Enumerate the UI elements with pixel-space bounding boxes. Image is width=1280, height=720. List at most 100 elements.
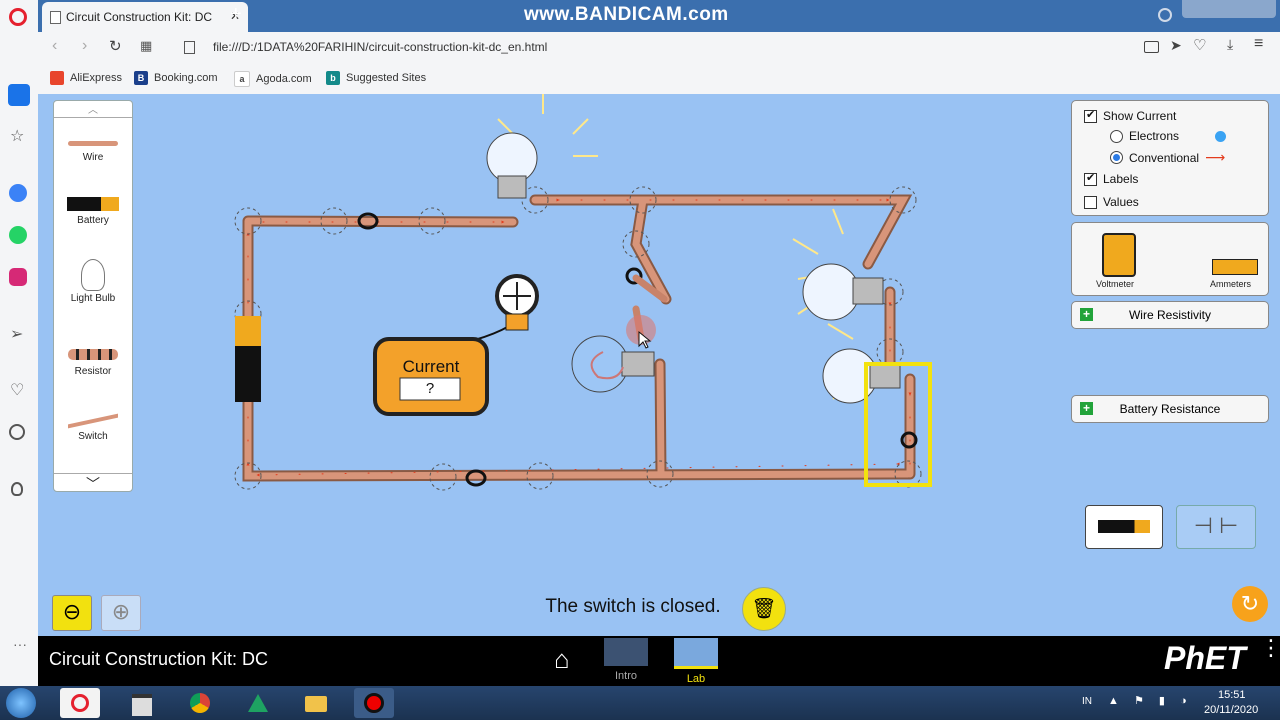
bing-icon: b (326, 71, 340, 85)
messenger-icon[interactable] (9, 184, 27, 202)
wire-vertices[interactable] (234, 186, 922, 491)
reset-button[interactable]: ↻ (1232, 586, 1268, 622)
search-icon[interactable] (1158, 8, 1172, 22)
whatsapp-icon[interactable] (9, 226, 27, 244)
heart-icon[interactable]: ♡ (10, 380, 24, 400)
opera-icon (71, 694, 89, 712)
start-button[interactable] (6, 688, 36, 718)
labels-checkbox[interactable]: ✔ Labels (1084, 172, 1138, 186)
zoom-in-button[interactable]: ⊕ (101, 595, 141, 631)
toolbox-battery[interactable]: Battery (54, 197, 132, 226)
voltmeter-icon[interactable] (1102, 233, 1136, 277)
bookmark-suggested-sites[interactable]: b Suggested Sites (326, 71, 426, 85)
checkbox-checked-icon: ✔ (1084, 108, 1097, 123)
taskbar-chrome[interactable] (180, 688, 220, 718)
zoom-out-button[interactable]: ⊖ (52, 595, 92, 631)
bookmark-agoda[interactable]: a Agoda.com (234, 71, 312, 87)
screen-lab-button[interactable]: Lab (674, 638, 718, 685)
share-icon[interactable]: ➤ (1170, 37, 1182, 54)
taskbar-drive[interactable] (238, 688, 278, 718)
bookmark-aliexpress[interactable]: AliExpress (50, 71, 122, 85)
history-icon[interactable] (9, 424, 25, 440)
toolbox-switch[interactable]: Switch (54, 407, 132, 442)
new-tab-button[interactable]: + (230, 3, 242, 26)
download-icon[interactable]: ⤓ (1227, 36, 1233, 53)
speed-dial-icon[interactable]: ▦ (140, 38, 152, 54)
electrons-radio[interactable]: Electrons (1110, 129, 1227, 143)
toolbox-light-bulb[interactable]: Light Bulb (54, 259, 132, 304)
light-bulbs[interactable] (486, 94, 901, 404)
clapper-icon (132, 694, 152, 716)
battery[interactable] (235, 316, 261, 402)
taskbar-opera[interactable] (60, 688, 100, 718)
browser-tab[interactable]: Circuit Construction Kit: DC ✕ (42, 2, 248, 32)
realistic-view-button[interactable] (1085, 505, 1163, 549)
phet-menu-icon[interactable]: ⋮ (1260, 637, 1280, 659)
camera-icon[interactable] (1144, 41, 1159, 53)
component-toolbox: ︿ Wire Battery Light Bulb Resistor Switc… (53, 100, 133, 492)
home-icon[interactable] (8, 84, 30, 106)
phet-logo[interactable]: PhET (1164, 640, 1246, 677)
bulb-icon[interactable] (11, 482, 23, 496)
voltmeter-label: Voltmeter (1096, 279, 1135, 289)
home-screen-icon[interactable]: ⌂ (554, 644, 570, 675)
recording-watermark: www.BANDICAM.com (524, 4, 729, 25)
ammeter-icon[interactable] (1212, 259, 1258, 275)
folder-icon (305, 696, 327, 712)
tab-title: Circuit Construction Kit: DC (66, 10, 213, 24)
url-field[interactable]: file:///D:/1DATA%20FARIHIN/circuit-const… (213, 40, 547, 54)
taskbar-media-player[interactable] (122, 688, 162, 718)
conventional-radio[interactable]: Conventional ⟶ (1110, 149, 1225, 166)
scroll-up-icon[interactable]: ︿ (54, 101, 132, 118)
tab-bar: Circuit Construction Kit: DC ✕ + www.BAN… (38, 0, 1280, 32)
opera-logo-icon[interactable] (9, 8, 27, 26)
star-icon[interactable]: ☆ (10, 126, 24, 146)
toolbox-wire[interactable]: Wire (54, 141, 132, 163)
menu-icon[interactable]: ≡ (1254, 35, 1263, 53)
show-current-checkbox[interactable]: ✔ Show Current (1084, 109, 1176, 123)
agoda-icon: a (234, 71, 250, 87)
taskbar-explorer[interactable] (296, 688, 336, 718)
back-icon[interactable]: ‹ (52, 37, 57, 55)
light-bulb-icon (81, 259, 105, 291)
taskbar-bandicam[interactable] (354, 688, 394, 718)
trash-icon: 🗑 (751, 598, 777, 620)
instagram-icon[interactable] (9, 268, 27, 286)
wire-resistivity-panel[interactable]: + Wire Resistivity (1071, 301, 1269, 329)
radio-empty-icon (1110, 129, 1123, 143)
file-icon (184, 41, 195, 54)
lab-thumbnail-icon (674, 638, 718, 669)
send-icon[interactable]: ➢ (10, 324, 23, 344)
page-icon (50, 11, 61, 24)
bookmark-booking[interactable]: B Booking.com (134, 71, 218, 85)
wires[interactable] (242, 194, 916, 482)
screen-intro-button[interactable]: Intro (604, 638, 648, 682)
wire-icon (68, 141, 118, 146)
reload-icon[interactable]: ↻ (109, 37, 122, 55)
clock-time[interactable]: 15:51 (1218, 689, 1246, 701)
clock-date[interactable]: 20/11/2020 (1204, 704, 1258, 716)
battery-icon (67, 197, 119, 211)
booking-icon: B (134, 71, 148, 85)
favorite-icon[interactable]: ♡ (1193, 36, 1206, 54)
checkbox-checked-icon: ✔ (1084, 171, 1097, 186)
sim-title: Circuit Construction Kit: DC (49, 649, 269, 669)
aliexpress-icon (50, 71, 64, 85)
drive-icon (248, 694, 268, 712)
electron-icon (1215, 130, 1227, 142)
toolbox-resistor[interactable]: Resistor (54, 349, 132, 377)
more-icon[interactable]: ··· (13, 636, 27, 652)
scroll-down-icon[interactable]: ﹀ (54, 473, 132, 492)
forward-icon[interactable]: › (82, 37, 87, 55)
tray-icons[interactable]: ▲ ⚑ ▮ ◑ (1108, 694, 1193, 707)
ammeter-title: Current (402, 357, 460, 376)
trash-button[interactable]: 🗑 (742, 587, 786, 631)
battery-resistance-panel[interactable]: + Battery Resistance (1071, 395, 1269, 423)
record-icon (364, 693, 384, 713)
input-language[interactable]: IN (1082, 696, 1092, 707)
wire-resistivity-label: Wire Resistivity (1128, 308, 1211, 322)
values-checkbox[interactable]: Values (1084, 195, 1139, 209)
window-controls[interactable] (1182, 0, 1276, 18)
schematic-view-button[interactable]: ⊣ ⊢ (1176, 505, 1256, 549)
battery-icon (1098, 520, 1150, 533)
